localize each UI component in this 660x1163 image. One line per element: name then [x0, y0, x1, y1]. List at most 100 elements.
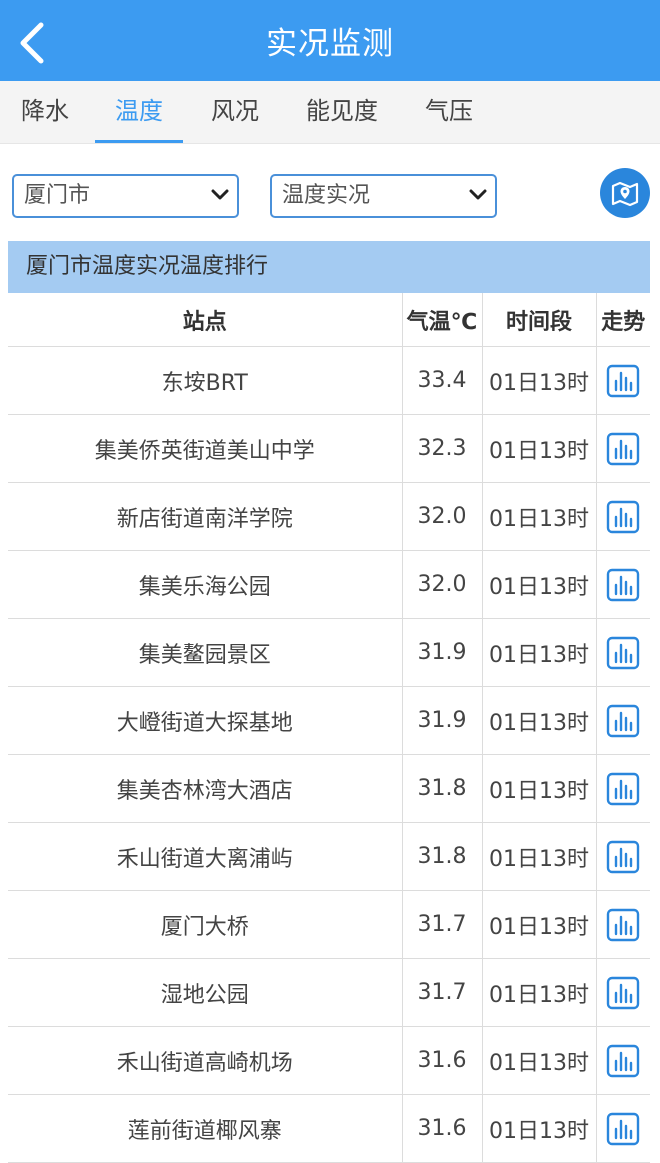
trend-button[interactable]: [606, 1112, 640, 1146]
page-title: 实况监测: [266, 26, 394, 62]
station-name: 集美杏林湾大酒店: [8, 754, 402, 823]
time-period: 01日13时: [481, 754, 596, 823]
trend-cell: [595, 822, 650, 891]
table-row: 莲前街道椰风寨 31.6 01日13时: [8, 1094, 650, 1163]
trend-button[interactable]: [606, 772, 640, 806]
tab-pressure[interactable]: 气压: [418, 81, 480, 143]
time-period: 01日13时: [481, 550, 596, 619]
app-header: 实况监测: [0, 0, 660, 81]
station-name: 厦门大桥: [8, 890, 402, 959]
city-select-value: 厦门市: [24, 183, 91, 208]
tab-visibility[interactable]: 能见度: [300, 81, 384, 143]
trend-button[interactable]: [606, 1044, 640, 1078]
table-row: 大嶝街道大探基地 31.9 01日13时: [8, 686, 650, 755]
trend-cell: [595, 618, 650, 687]
table-row: 集美乐海公园 32.0 01日13时: [8, 550, 650, 619]
time-period: 01日13时: [481, 618, 596, 687]
tab-wind[interactable]: 风况: [204, 81, 266, 143]
map-view-button[interactable]: [600, 168, 650, 218]
table-row: 湿地公园 31.7 01日13时: [8, 958, 650, 1027]
trend-cell: [595, 890, 650, 959]
tab-bar: 降水 温度 风况 能见度 气压: [0, 81, 660, 144]
bar-chart-icon: [607, 636, 640, 669]
map-icon: [611, 181, 639, 207]
bar-chart-icon: [607, 1044, 640, 1077]
ranking-table: 站点 气温℃ 时间段 走势 东垵BRT 33.4 01日13时 集美侨英街道美山中学 3…: [8, 293, 650, 1163]
temperature-value: 32.0: [401, 550, 482, 619]
trend-button[interactable]: [606, 840, 640, 874]
station-name: 大嶝街道大探基地: [8, 686, 402, 755]
trend-cell: [595, 1026, 650, 1095]
bar-chart-icon: [607, 704, 640, 737]
bar-chart-icon: [607, 364, 640, 397]
trend-button[interactable]: [606, 908, 640, 942]
trend-cell: [595, 686, 650, 755]
bar-chart-icon: [607, 976, 640, 1009]
temperature-value: 31.8: [401, 754, 482, 823]
table-row: 厦门大桥 31.7 01日13时: [8, 890, 650, 959]
column-header-station: 站点: [8, 293, 402, 347]
column-header-trend: 走势: [595, 293, 650, 347]
trend-button[interactable]: [606, 432, 640, 466]
table-row: 东垵BRT 33.4 01日13时: [8, 346, 650, 415]
time-period: 01日13时: [481, 822, 596, 891]
station-name: 新店街道南洋学院: [8, 482, 402, 551]
station-name: 集美侨英街道美山中学: [8, 414, 402, 483]
trend-cell: [595, 550, 650, 619]
trend-cell: [595, 958, 650, 1027]
chevron-down-icon: [211, 189, 229, 200]
temperature-value: 31.9: [401, 686, 482, 755]
tab-precipitation[interactable]: 降水: [14, 81, 76, 143]
station-name: 禾山街道高崎机场: [8, 1026, 402, 1095]
table-caption: 厦门市温度实况温度排行: [8, 241, 650, 293]
table-header-row: 站点 气温℃ 时间段 走势: [8, 293, 650, 347]
temperature-value: 31.8: [401, 822, 482, 891]
time-period: 01日13时: [481, 1094, 596, 1163]
trend-cell: [595, 754, 650, 823]
table-row: 集美杏林湾大酒店 31.8 01日13时: [8, 754, 650, 823]
temperature-value: 31.6: [401, 1026, 482, 1095]
trend-button[interactable]: [606, 976, 640, 1010]
station-name: 东垵BRT: [8, 346, 402, 415]
station-name: 禾山街道大离浦屿: [8, 822, 402, 891]
column-header-temp: 气温℃: [401, 293, 482, 347]
table-row: 集美侨英街道美山中学 32.3 01日13时: [8, 414, 650, 483]
table-row: 新店街道南洋学院 32.0 01日13时: [8, 482, 650, 551]
bar-chart-icon: [607, 840, 640, 873]
time-period: 01日13时: [481, 958, 596, 1027]
table-row: 禾山街道高崎机场 31.6 01日13时: [8, 1026, 650, 1095]
time-period: 01日13时: [481, 346, 596, 415]
type-select[interactable]: 温度实况: [270, 174, 497, 218]
column-header-time: 时间段: [481, 293, 596, 347]
time-period: 01日13时: [481, 686, 596, 755]
temperature-value: 31.6: [401, 1094, 482, 1163]
trend-cell: [595, 482, 650, 551]
trend-cell: [595, 346, 650, 415]
station-name: 莲前街道椰风寨: [8, 1094, 402, 1163]
temperature-value: 31.7: [401, 958, 482, 1027]
city-select[interactable]: 厦门市: [12, 174, 239, 218]
station-name: 集美乐海公园: [8, 550, 402, 619]
bar-chart-icon: [607, 432, 640, 465]
temperature-value: 31.7: [401, 890, 482, 959]
trend-button[interactable]: [606, 568, 640, 602]
trend-button[interactable]: [606, 500, 640, 534]
bar-chart-icon: [607, 568, 640, 601]
type-select-value: 温度实况: [282, 183, 371, 208]
temperature-value: 32.3: [401, 414, 482, 483]
trend-button[interactable]: [606, 636, 640, 670]
trend-button[interactable]: [606, 364, 640, 398]
time-period: 01日13时: [481, 482, 596, 551]
station-name: 湿地公园: [8, 958, 402, 1027]
bar-chart-icon: [607, 500, 640, 533]
bar-chart-icon: [607, 908, 640, 941]
station-name: 集美鳌园景区: [8, 618, 402, 687]
temperature-value: 33.4: [401, 346, 482, 415]
trend-button[interactable]: [606, 704, 640, 738]
trend-cell: [595, 1094, 650, 1163]
chevron-down-icon: [469, 189, 487, 200]
trend-cell: [595, 414, 650, 483]
temperature-value: 31.9: [401, 618, 482, 687]
bar-chart-icon: [607, 772, 640, 805]
tab-temperature[interactable]: 温度: [95, 81, 183, 143]
